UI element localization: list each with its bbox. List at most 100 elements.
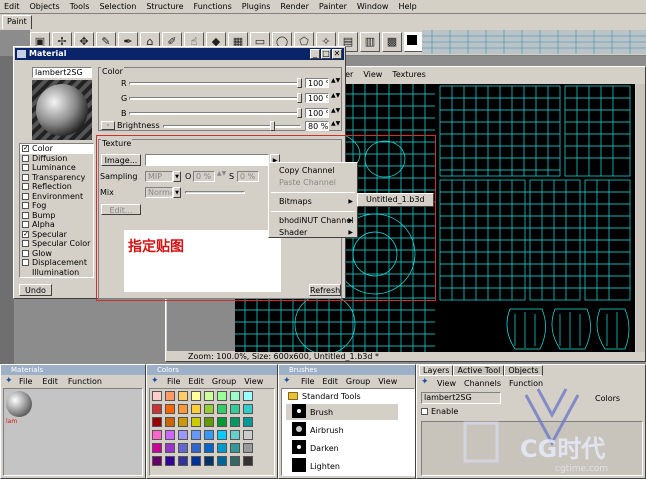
brushes-menu-group[interactable]: Group <box>346 377 370 387</box>
color-swatch[interactable] <box>165 456 175 466</box>
colors-menu-group[interactable]: Group <box>212 377 236 387</box>
menu-painter[interactable]: Painter <box>319 2 347 11</box>
color-swatch[interactable] <box>152 430 162 440</box>
g-spinner-icon[interactable]: ▲▼ <box>331 92 340 99</box>
color-swatch[interactable] <box>243 456 253 466</box>
color-swatch[interactable] <box>230 443 240 453</box>
color-swatch[interactable] <box>204 456 214 466</box>
channel-item[interactable]: Glow <box>20 249 93 259</box>
channel-checkbox[interactable] <box>22 183 29 190</box>
color-swatch[interactable] <box>204 430 214 440</box>
color-swatch[interactable] <box>191 456 201 466</box>
color-swatch[interactable] <box>230 404 240 414</box>
tab-active-tool[interactable]: Active Tool <box>453 365 505 376</box>
channel-checkbox[interactable] <box>22 221 29 228</box>
color-swatch[interactable] <box>217 417 227 427</box>
channel-item[interactable]: Environment <box>20 192 93 202</box>
channel-item[interactable]: ✓ Specular <box>20 230 93 240</box>
channel-checkbox[interactable] <box>22 192 29 200</box>
channel-checkbox[interactable] <box>22 211 29 219</box>
b-slider-thumb[interactable] <box>297 108 302 118</box>
channel-item[interactable]: Reflection <box>20 182 93 192</box>
menu-copy-channel[interactable]: Copy Channel <box>269 165 357 177</box>
brush-item-darken[interactable]: Darken <box>310 444 339 453</box>
colors-menu-file[interactable]: File <box>167 377 180 387</box>
channel-checkbox[interactable] <box>22 202 29 209</box>
g-value-field[interactable]: 100 % <box>305 93 329 103</box>
channel-checkbox[interactable] <box>22 249 29 257</box>
color-swatch[interactable] <box>217 456 227 466</box>
close-button[interactable]: ✕ <box>332 49 342 59</box>
menu-bitmaps[interactable]: Bitmaps ▶ <box>269 196 357 208</box>
color-swatch[interactable] <box>230 417 240 427</box>
r-value-field[interactable]: 100 % <box>305 78 329 88</box>
color-swatch[interactable] <box>191 417 201 427</box>
tab-layers[interactable]: Layers <box>419 365 454 376</box>
color-swatch[interactable] <box>152 417 162 427</box>
layer-material-field[interactable]: lambert2SG <box>421 392 501 404</box>
menu-plugins[interactable]: Plugins <box>242 2 271 11</box>
color-swap-icon[interactable] <box>404 32 424 52</box>
color-swatch[interactable] <box>217 404 227 414</box>
color-swatch[interactable] <box>165 391 175 401</box>
menu-edit[interactable]: Edit <box>4 2 20 11</box>
channel-item[interactable]: Alpha <box>20 220 93 230</box>
color-swatch[interactable] <box>230 456 240 466</box>
menu-window[interactable]: Window <box>357 2 389 11</box>
layers-menu-function[interactable]: Function <box>509 379 543 388</box>
color-swatch[interactable] <box>165 404 175 414</box>
layers-pointer-icon[interactable]: ✦ <box>421 377 429 387</box>
color-swatch[interactable] <box>243 430 253 440</box>
color-swatch[interactable] <box>191 430 201 440</box>
color-swatch[interactable] <box>204 404 214 414</box>
color-swatch[interactable] <box>204 443 214 453</box>
channel-checkbox[interactable]: ✓ <box>22 230 29 238</box>
brushes-menu-edit[interactable]: Edit <box>322 377 338 387</box>
submenu-untitled-b3d[interactable]: Untitled_1.b3d <box>358 194 433 206</box>
brightness-spinner-icon[interactable]: ▲▼ <box>331 120 340 127</box>
maximize-button[interactable]: □ <box>321 49 331 59</box>
color-swatch[interactable] <box>191 391 201 401</box>
menu-paste-channel[interactable]: Paste Channel <box>269 177 357 189</box>
color-swatch[interactable] <box>152 456 162 466</box>
b-value-field[interactable]: 100 % <box>305 108 329 118</box>
material-thumbnail[interactable] <box>6 391 32 417</box>
channel-checkbox[interactable] <box>22 259 29 266</box>
channel-item[interactable]: Bump <box>20 211 93 221</box>
brush-item-brush[interactable]: Brush <box>310 408 333 417</box>
channel-item[interactable]: Specular Color <box>20 239 93 249</box>
channel-checkbox[interactable] <box>22 164 29 171</box>
color-swatch[interactable] <box>178 391 188 401</box>
colors-menu-view[interactable]: View <box>244 377 263 387</box>
menu-objects[interactable]: Objects <box>30 2 60 11</box>
b-spinner-icon[interactable]: ▲▼ <box>331 107 340 114</box>
menu-functions[interactable]: Functions <box>194 2 232 11</box>
color-swatch[interactable] <box>243 417 253 427</box>
channel-checkbox[interactable] <box>22 173 29 181</box>
g-slider-thumb[interactable] <box>297 93 302 103</box>
channel-item[interactable]: Luminance <box>20 163 93 173</box>
color-swatch-button[interactable]: · <box>101 121 115 130</box>
channel-item[interactable]: ✓ Color <box>20 144 93 154</box>
materials-panel-header[interactable]: Materials <box>1 365 145 375</box>
color-swatch[interactable] <box>243 404 253 414</box>
color-swatch[interactable] <box>230 391 240 401</box>
viewport-menu-view[interactable]: View <box>363 70 382 79</box>
material-titlebar[interactable]: Material <box>15 48 344 60</box>
brush-item-airbrush[interactable]: Airbrush <box>310 426 344 435</box>
channel-item[interactable]: Transparency <box>20 173 93 183</box>
menu-selection[interactable]: Selection <box>99 2 136 11</box>
menu-tools[interactable]: Tools <box>70 2 90 11</box>
color-swatch[interactable] <box>243 391 253 401</box>
menu-help[interactable]: Help <box>398 2 416 11</box>
materials-menu-edit[interactable]: Edit <box>42 377 58 387</box>
color-swatch[interactable] <box>165 443 175 453</box>
brushes-pointer-icon[interactable]: ✦ <box>283 376 291 386</box>
enable-checkbox[interactable] <box>421 408 428 415</box>
channel-item[interactable]: Fog <box>20 201 93 211</box>
color-swatch[interactable] <box>204 391 214 401</box>
g-slider-track[interactable] <box>129 97 301 100</box>
layer-icon[interactable]: ▥ <box>360 32 380 52</box>
brightness-value-field[interactable]: 80 % <box>305 121 329 131</box>
menu-structure[interactable]: Structure <box>146 2 183 11</box>
